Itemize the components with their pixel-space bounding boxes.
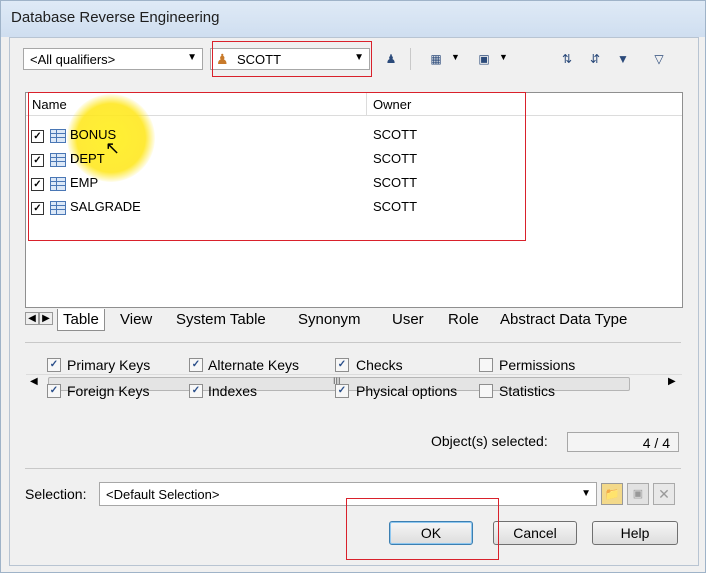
primary-keys-checkbox[interactable]: ✓ [47,358,61,372]
save-icon[interactable]: ▣ [627,483,649,505]
selection-label: Selection: [25,486,87,502]
objects-selected-value: 4 / 4 [642,435,670,451]
filter-icon[interactable]: ▼ [613,49,633,69]
physical-options-label: Physical options [356,383,458,399]
tab-table[interactable]: Table [57,309,105,331]
tab-system-table[interactable]: System Table [171,309,271,330]
alternate-keys-checkbox[interactable]: ✓ [189,358,203,372]
select-owner-icon[interactable]: ♟ [381,49,401,69]
window-title: Database Reverse Engineering [11,9,220,26]
objects-selected-label: Object(s) selected: [431,433,548,449]
foreign-keys-label: Foreign Keys [67,383,150,399]
permissions-checkbox[interactable] [479,358,493,372]
tab-view[interactable]: View [115,309,157,330]
tab-strip: ◀ ▶ Table View System Table Synonym User… [25,309,681,331]
alternate-keys-label: Alternate Keys [208,357,300,373]
help-button[interactable]: Help [592,521,678,545]
dialog-window: Database Reverse Engineering <All qualif… [0,0,706,573]
scroll-right-icon[interactable]: ▶ [668,376,676,387]
checks-label: Checks [356,357,403,373]
annotation-owner-box [212,41,372,77]
move-down-icon[interactable]: ⇵ [585,49,605,69]
indexes-label: Indexes [208,383,258,399]
clear-filter-icon[interactable]: ▽ [649,49,669,69]
selection-combo-value: <Default Selection> [106,487,220,502]
qualifier-combo[interactable]: <All qualifiers> ▼ [23,48,203,70]
chevron-down-icon: ▼ [187,52,197,63]
select-all-icon[interactable]: ▦ [426,49,446,69]
qualifier-combo-value: <All qualifiers> [30,52,116,67]
primary-keys-label: Primary Keys [67,357,151,373]
statistics-checkbox[interactable] [479,384,493,398]
delete-icon[interactable]: ✕ [653,483,675,505]
folder-icon[interactable]: 📁 [601,483,623,505]
chevron-down-icon: ▼ [581,488,591,499]
divider [25,468,681,469]
toolbar-separator [410,48,411,70]
tab-synonym[interactable]: Synonym [293,309,366,330]
annotation-ok-box [346,498,499,560]
tab-scroll-right-icon[interactable]: ▶ [39,312,53,325]
chevron-down-icon[interactable]: ▼ [499,52,508,62]
tab-role[interactable]: Role [443,309,484,330]
tab-user[interactable]: User [387,309,429,330]
tab-abstract-data-type[interactable]: Abstract Data Type [495,309,632,330]
checks-checkbox[interactable]: ✓ [335,358,349,372]
annotation-list-box [28,92,526,241]
tab-scroll-left-icon[interactable]: ◀ [25,312,39,325]
statistics-label: Statistics [499,383,556,399]
permissions-label: Permissions [499,357,576,373]
divider [25,342,681,343]
deselect-all-icon[interactable]: ▣ [474,49,494,69]
scroll-left-icon[interactable]: ◀ [30,376,38,387]
foreign-keys-checkbox[interactable]: ✓ [47,384,61,398]
physical-options-checkbox[interactable]: ✓ [335,384,349,398]
indexes-checkbox[interactable]: ✓ [189,384,203,398]
move-up-icon[interactable]: ⇅ [557,49,577,69]
cancel-button[interactable]: Cancel [493,521,577,545]
objects-selected-field: 4 / 4 [567,432,679,452]
title-bar: Database Reverse Engineering [1,1,705,37]
chevron-down-icon[interactable]: ▼ [451,52,460,62]
